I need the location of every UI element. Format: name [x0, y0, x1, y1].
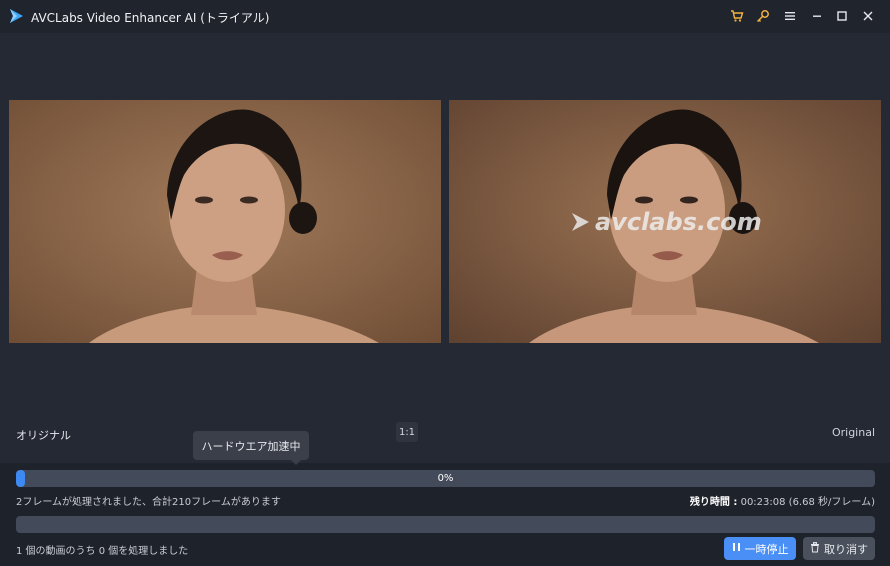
hardware-acceleration-tooltip: ハードウエア加速中 — [193, 431, 309, 465]
remaining-time: 残り時間 : 00:23:08 (6.68 秒/フレーム) — [690, 493, 875, 508]
original-label: オリジナル — [16, 429, 71, 442]
original-video-frame — [9, 100, 441, 343]
remaining-time-value: 00:23:08 (6.68 秒/フレーム) — [740, 497, 875, 508]
progress-percent: 0% — [437, 473, 454, 484]
menu-icon[interactable] — [782, 8, 798, 24]
app-logo-icon — [8, 8, 24, 24]
frames-status: 2フレームが処理されました、合計210フレームがあります — [16, 497, 281, 508]
original-label-right: Original — [831, 426, 875, 439]
watermark-text: avclabs.com — [595, 208, 762, 236]
close-icon[interactable] — [860, 8, 876, 24]
pause-button[interactable]: 一時停止 — [724, 537, 796, 560]
files-status: 1 個の動画のうち 0 個を処理しました — [16, 546, 189, 557]
cancel-label: 取り消す — [824, 542, 868, 556]
key-icon[interactable] — [755, 8, 771, 24]
watermark-logo-icon — [569, 211, 591, 233]
cancel-button[interactable]: 取り消す — [803, 537, 875, 560]
enhanced-video-frame: avclabs.com — [449, 100, 881, 343]
pause-icon — [732, 542, 741, 555]
preview-area: avclabs.com オリジナル 1:1 Original — [0, 33, 890, 463]
cart-icon[interactable] — [729, 8, 745, 24]
frame-progress-bar: 0% — [16, 470, 875, 487]
ratio-button[interactable]: 1:1 — [396, 422, 418, 442]
trash-icon — [810, 541, 820, 556]
title-bar: AVCLabs Video Enhancer AI (トライアル) — [0, 0, 890, 33]
window-title: AVCLabs Video Enhancer AI (トライアル) — [31, 11, 270, 25]
remaining-time-label: 残り時間 : — [689, 497, 738, 508]
pause-label: 一時停止 — [744, 542, 789, 556]
minimize-icon[interactable] — [809, 8, 825, 24]
maximize-icon[interactable] — [834, 8, 850, 24]
app-window: AVCLabs Video Enhancer AI (トライアル) avclab… — [0, 0, 890, 566]
watermark: avclabs.com — [569, 208, 762, 236]
overall-progress-bar — [16, 516, 875, 533]
